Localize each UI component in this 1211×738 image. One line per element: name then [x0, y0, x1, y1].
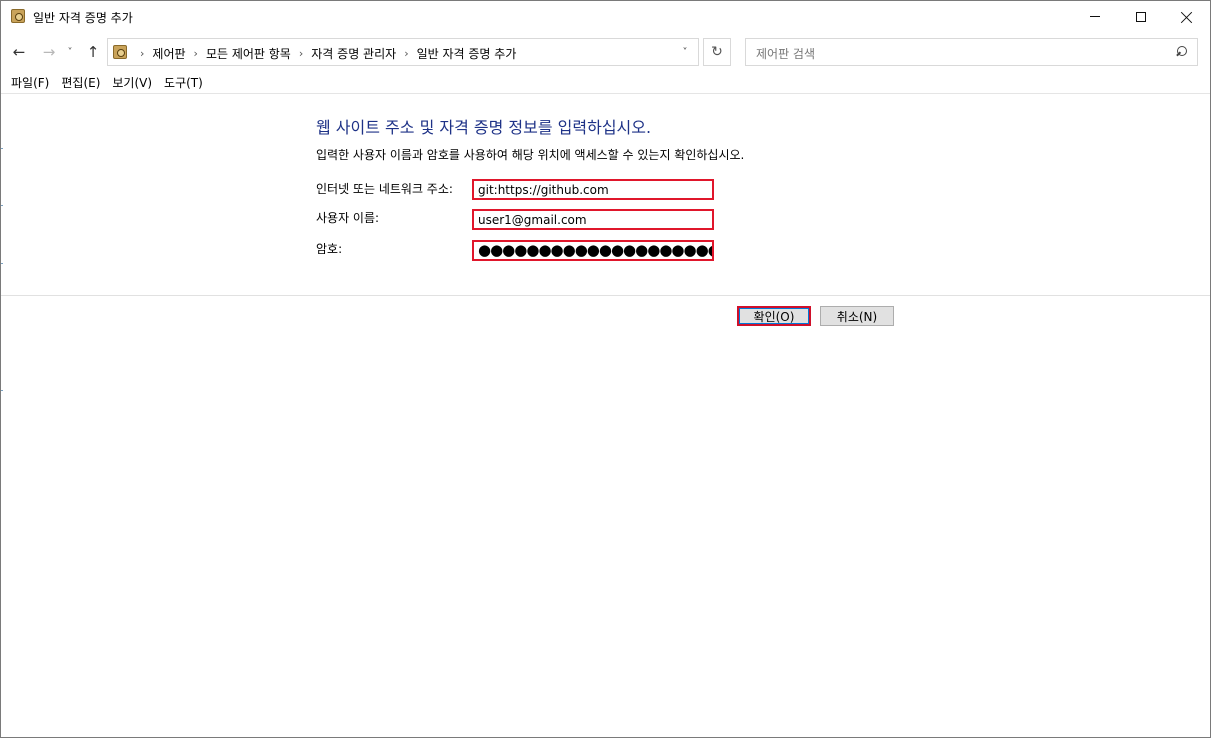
- credential-window: 일반 자격 증명 추가 ← → ˅ ↑ › 제어판 › 모든 제어판 항목 › …: [0, 0, 1211, 738]
- main-content: 웹 사이트 주소 및 자격 증명 정보를 입력하십시오. 입력한 사용자 이름과…: [1, 94, 1210, 737]
- close-icon: [1181, 11, 1193, 23]
- search-icon[interactable]: [1175, 46, 1187, 58]
- minimize-button[interactable]: [1072, 1, 1118, 32]
- breadcrumb-separator[interactable]: ›: [140, 47, 144, 60]
- ok-button[interactable]: 확인(O): [737, 306, 811, 326]
- breadcrumb-item-control-panel[interactable]: 제어판: [152, 45, 185, 62]
- menu-item-view[interactable]: 보기(V): [112, 74, 152, 91]
- arrow-left-icon: ←: [12, 43, 26, 61]
- edge-mark: [1, 390, 3, 391]
- address-bar[interactable]: › 제어판 › 모든 제어판 항목 › 자격 증명 관리자 › 일반 자격 증명…: [107, 38, 699, 66]
- menu-item-file[interactable]: 파일(F): [11, 74, 49, 91]
- credential-manager-icon: [11, 9, 25, 23]
- username-label: 사용자 이름:: [316, 211, 380, 225]
- up-button[interactable]: ↑: [83, 42, 103, 62]
- edge-mark: [1, 263, 3, 264]
- breadcrumb-item-add-credential[interactable]: 일반 자격 증명 추가: [417, 45, 517, 62]
- close-button[interactable]: [1164, 1, 1210, 32]
- arrow-up-icon: ↑: [86, 43, 100, 61]
- navigation-bar: ← → ˅ ↑ › 제어판 › 모든 제어판 항목 › 자격 증명 관리자 › …: [1, 35, 1210, 69]
- search-input[interactable]: 제어판 검색: [745, 38, 1198, 66]
- cancel-button[interactable]: 취소(N): [820, 306, 894, 326]
- breadcrumb-separator[interactable]: ›: [299, 47, 303, 60]
- password-label: 암호:: [316, 242, 343, 256]
- control-panel-icon: [113, 45, 127, 59]
- edge-mark: [1, 205, 3, 206]
- breadcrumb: › 제어판 › 모든 제어판 항목 › 자격 증명 관리자 › 일반 자격 증명…: [132, 45, 516, 62]
- arrow-right-icon: →: [42, 43, 56, 61]
- minimize-icon: [1090, 16, 1100, 17]
- recent-locations-button[interactable]: ˅: [63, 42, 77, 62]
- password-input[interactable]: ●●●●●●●●●●●●●●●●●●●●●: [472, 240, 714, 261]
- breadcrumb-separator[interactable]: ›: [404, 47, 408, 60]
- button-divider: [1, 295, 1210, 296]
- forward-button[interactable]: →: [39, 42, 59, 62]
- breadcrumb-item-all-items[interactable]: 모든 제어판 항목: [206, 45, 291, 62]
- menu-bar: 파일(F) 편집(E) 보기(V) 도구(T): [1, 72, 1210, 94]
- address-dropdown-icon[interactable]: ˅: [678, 45, 692, 59]
- page-title: 웹 사이트 주소 및 자격 증명 정보를 입력하십시오.: [316, 118, 652, 137]
- menu-item-tools[interactable]: 도구(T): [164, 74, 203, 91]
- refresh-button[interactable]: ↻: [703, 38, 731, 66]
- username-input[interactable]: [472, 209, 714, 230]
- address-input[interactable]: [472, 179, 714, 200]
- search-placeholder: 제어판 검색: [756, 47, 816, 61]
- title-bar: 일반 자격 증명 추가: [1, 1, 1210, 32]
- page-description: 입력한 사용자 이름과 암호를 사용하여 해당 위치에 액세스할 수 있는지 확…: [316, 148, 745, 162]
- address-label: 인터넷 또는 네트워크 주소:: [316, 182, 453, 196]
- refresh-icon: ↻: [711, 44, 723, 60]
- menu-item-edit[interactable]: 편집(E): [61, 74, 100, 91]
- maximize-icon: [1136, 11, 1146, 22]
- breadcrumb-item-credential-manager[interactable]: 자격 증명 관리자: [311, 45, 396, 62]
- breadcrumb-separator[interactable]: ›: [194, 47, 198, 60]
- window-title: 일반 자격 증명 추가: [33, 11, 133, 25]
- chevron-down-icon: ˅: [67, 46, 73, 58]
- back-button[interactable]: ←: [9, 42, 29, 62]
- edge-mark: [1, 148, 3, 149]
- maximize-button[interactable]: [1118, 1, 1164, 32]
